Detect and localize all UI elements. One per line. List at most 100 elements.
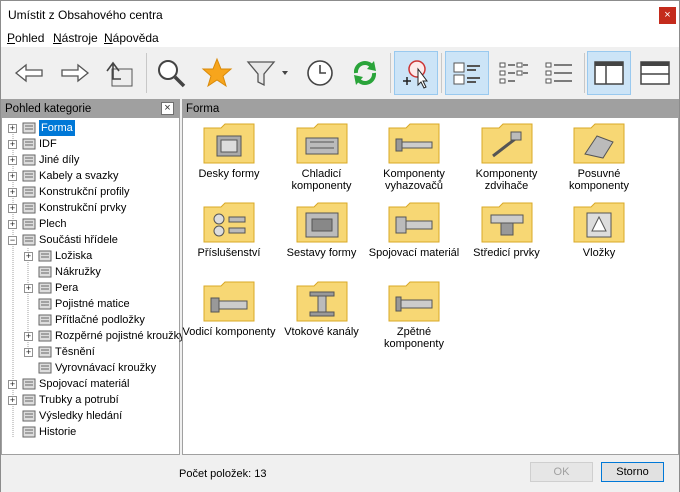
tree-expander[interactable]: +	[8, 188, 17, 197]
search-button[interactable]	[149, 51, 193, 95]
tree-node[interactable]: Nákružky	[2, 264, 179, 280]
content-panel: Forma Desky formy Chladicí komponenty Komp…	[182, 99, 679, 455]
idf-icon	[22, 138, 36, 150]
tree-expander[interactable]: +	[24, 284, 33, 293]
folder-icon	[296, 201, 348, 243]
tree-node-label: Kabely a svazky	[39, 170, 119, 182]
menu-nastroje[interactable]: Nástroje	[53, 31, 98, 45]
folder-icon	[203, 122, 255, 164]
tree-node[interactable]: + Plech	[2, 216, 179, 232]
category-folder-label: Zpětné komponenty	[384, 326, 444, 350]
washer-icon	[38, 314, 52, 326]
tree-node[interactable]: + Těsnění	[2, 344, 179, 360]
category-folder[interactable]: Komponenty vyhazovačů	[366, 122, 462, 192]
category-folder[interactable]: Posuvné komponenty	[551, 122, 647, 192]
tree-expander[interactable]: +	[24, 348, 33, 357]
view-details-button[interactable]	[537, 51, 581, 95]
autodrop-button[interactable]	[394, 51, 438, 95]
up-level-button[interactable]	[97, 51, 141, 95]
split-horizontal-icon	[640, 61, 670, 85]
tree-node-label: Ložiska	[55, 250, 93, 262]
tree-node[interactable]: + Ložiska	[2, 248, 179, 264]
category-folder[interactable]: Spojovací materiál	[366, 201, 462, 259]
funnel-icon	[246, 61, 288, 87]
tree-node[interactable]: Přítlačné podložky	[2, 312, 179, 328]
history-icon	[22, 426, 36, 438]
category-folder[interactable]: Středicí prvky	[459, 201, 555, 259]
tree-node[interactable]: Pojistné matice	[2, 296, 179, 312]
category-folder[interactable]: Vodicí komponenty	[181, 280, 277, 338]
tree-node[interactable]: − Součásti hřídele	[2, 232, 179, 248]
refresh-button[interactable]	[343, 51, 387, 95]
close-window-button[interactable]: ×	[659, 7, 676, 24]
tree-expander[interactable]: +	[8, 140, 17, 149]
tree-node[interactable]: + Spojovací materiál	[2, 376, 179, 392]
star-icon	[201, 57, 233, 88]
category-folder[interactable]: Zpětné komponenty	[366, 280, 462, 350]
layout-split-vertical-button[interactable]	[587, 51, 631, 95]
folder-icon	[481, 201, 533, 243]
tree-node[interactable]: + Kabely a svazky	[2, 168, 179, 184]
tree-expander[interactable]: −	[8, 236, 17, 245]
folder-icon	[296, 280, 348, 322]
tree-node[interactable]: + IDF	[2, 136, 179, 152]
menu-pohled[interactable]: Pohled	[7, 31, 44, 45]
category-folder-label: Posuvné komponenty	[569, 168, 629, 192]
tree-node[interactable]: Historie	[2, 424, 179, 440]
ring-icon	[38, 330, 52, 342]
tree-node[interactable]: + Trubky a potrubí	[2, 392, 179, 408]
tree-node[interactable]: + Konstrukční prvky	[2, 200, 179, 216]
tree-expander[interactable]: +	[24, 332, 33, 341]
tree-node[interactable]: + Rozpěrné pojistné kroužky	[2, 328, 185, 344]
category-folder[interactable]: Vložky	[551, 201, 647, 259]
tree-expander[interactable]: +	[8, 220, 17, 229]
pipe-icon	[22, 394, 36, 406]
tree-node[interactable]: + Jiné díly	[2, 152, 179, 168]
menu-napoveda[interactable]: Nápověda	[104, 31, 159, 45]
forward-button[interactable]	[53, 51, 97, 95]
view-large-icons-button[interactable]	[445, 51, 489, 95]
category-folder[interactable]: Vtokové kanály	[274, 280, 370, 338]
category-folder-label: Chladicí komponenty	[291, 168, 352, 192]
favorites-button[interactable]	[195, 51, 239, 95]
autodrop-icon	[403, 60, 428, 89]
status-bar: Počet položek: 13 OK Storno	[1, 455, 679, 492]
category-folder[interactable]: Příslušenství	[181, 201, 277, 259]
toolbar-separator	[441, 53, 442, 93]
tree-node-label: Nákružky	[55, 266, 101, 278]
category-folder[interactable]: Chladicí komponenty	[274, 122, 370, 192]
tree-expander[interactable]: +	[8, 380, 17, 389]
structural-icon	[22, 202, 36, 214]
tree-node-label: Rozpěrné pojistné kroužky	[55, 330, 185, 342]
category-panel: Pohled kategorie × + Forma + IDF + Jiné díly +…	[1, 99, 185, 455]
close-panel-button[interactable]: ×	[161, 102, 174, 115]
back-button[interactable]	[7, 51, 51, 95]
tree-expander[interactable]: +	[8, 172, 17, 181]
tree-node[interactable]: + Pera	[2, 280, 179, 296]
cancel-button[interactable]: Storno	[601, 462, 664, 482]
toolbar-separator	[146, 53, 147, 93]
tree-node[interactable]: + Konstrukční profily	[2, 184, 179, 200]
sheet-metal-icon	[22, 218, 36, 230]
filter-button[interactable]	[241, 51, 295, 95]
tree-expander[interactable]: +	[8, 396, 17, 405]
history-button[interactable]	[298, 51, 342, 95]
tree-expander[interactable]: +	[24, 252, 33, 261]
category-folder[interactable]: Desky formy	[181, 122, 277, 180]
tree-expander[interactable]: +	[8, 204, 17, 213]
category-folder[interactable]: Sestavy formy	[274, 201, 370, 259]
tree-expander[interactable]: +	[8, 156, 17, 165]
view-list-button[interactable]	[491, 51, 535, 95]
category-folder[interactable]: Komponenty zdvihače	[459, 122, 555, 192]
tree-node[interactable]: Vyrovnávací kroužky	[2, 360, 179, 376]
category-panel-header: Pohled kategorie ×	[2, 100, 179, 118]
ok-button[interactable]: OK	[530, 462, 593, 482]
tree-node[interactable]: Výsledky hledání	[2, 408, 179, 424]
layout-split-horizontal-button[interactable]	[633, 51, 677, 95]
fastener-icon	[22, 378, 36, 390]
collar-icon	[38, 266, 52, 278]
menu-napoveda-rest: ápověda	[112, 31, 159, 45]
tree-expander[interactable]: +	[8, 124, 17, 133]
category-folder-label: Vtokové kanály	[284, 326, 359, 338]
tree-node[interactable]: + Forma	[2, 120, 179, 136]
